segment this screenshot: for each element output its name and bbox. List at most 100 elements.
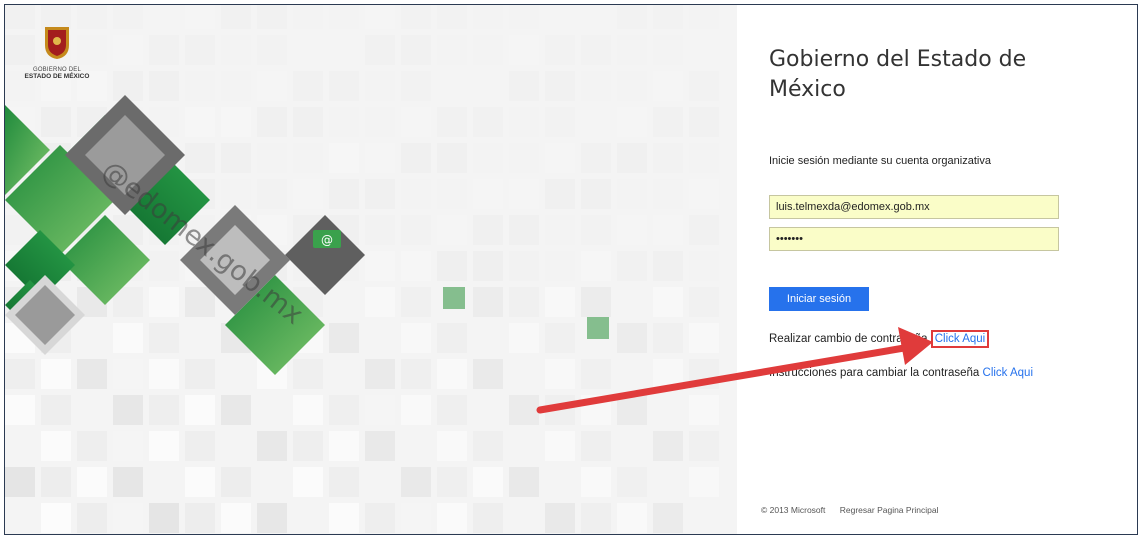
login-window: @ GOBIERNO DEL ESTADO DE MÉXICO @edomex.… bbox=[4, 4, 1138, 535]
grid-tile bbox=[509, 71, 539, 101]
grid-tile bbox=[257, 143, 287, 173]
grid-tile bbox=[581, 503, 611, 533]
instructions-row: Instrucciones para cambiar la contraseña… bbox=[769, 367, 1033, 379]
grid-tile bbox=[257, 71, 287, 101]
grid-tile bbox=[545, 251, 575, 281]
grid-tile bbox=[473, 395, 503, 425]
grid-tile bbox=[617, 395, 647, 425]
grid-tile bbox=[437, 215, 467, 245]
grid-tile bbox=[653, 35, 683, 65]
grid-tile bbox=[617, 287, 647, 317]
grid-tile bbox=[365, 35, 395, 65]
grid-tile bbox=[185, 503, 215, 533]
grid-tile bbox=[689, 395, 719, 425]
grid-tile bbox=[653, 5, 683, 29]
grid-tile bbox=[221, 503, 251, 533]
change-password-row: Realizar cambio de contraseña Click Aqui bbox=[769, 330, 990, 348]
grid-tile bbox=[653, 287, 683, 317]
grid-tile bbox=[401, 143, 431, 173]
grid-tile bbox=[545, 107, 575, 137]
username-field[interactable]: luis.telmexda@edomex.gob.mx bbox=[769, 195, 1059, 219]
grid-tile bbox=[365, 71, 395, 101]
grid-tile bbox=[365, 179, 395, 209]
grid-tile bbox=[473, 467, 503, 497]
logo-line2: ESTADO DE MÉXICO bbox=[24, 73, 90, 80]
grid-tile bbox=[617, 35, 647, 65]
grid-tile bbox=[653, 359, 683, 389]
grid-tile bbox=[689, 467, 719, 497]
grid-tile bbox=[185, 467, 215, 497]
grid-tile bbox=[617, 179, 647, 209]
grid-tile bbox=[365, 431, 395, 461]
grid-tile bbox=[185, 143, 215, 173]
grid-tile bbox=[185, 71, 215, 101]
grid-tile bbox=[545, 143, 575, 173]
grid-tile bbox=[653, 323, 683, 353]
grid-tile bbox=[653, 503, 683, 533]
grid-tile bbox=[509, 287, 539, 317]
grid-tile bbox=[509, 107, 539, 137]
grid-tile bbox=[257, 179, 287, 209]
grid-tile bbox=[149, 503, 179, 533]
grid-tile bbox=[293, 503, 323, 533]
grid-tile bbox=[149, 323, 179, 353]
grid-tile bbox=[617, 107, 647, 137]
grid-tile bbox=[221, 35, 251, 65]
grid-tile bbox=[437, 71, 467, 101]
grid-tile bbox=[581, 35, 611, 65]
instructions-link[interactable]: Click Aqui bbox=[983, 367, 1034, 379]
green-tile bbox=[587, 317, 609, 339]
grid-tile bbox=[689, 503, 719, 533]
grid-tile bbox=[293, 431, 323, 461]
grid-tile bbox=[149, 359, 179, 389]
grid-tile bbox=[581, 215, 611, 245]
grid-tile bbox=[617, 71, 647, 101]
coat-of-arms-icon bbox=[45, 27, 69, 59]
grid-tile bbox=[473, 143, 503, 173]
grid-tile bbox=[581, 467, 611, 497]
grid-tile bbox=[581, 143, 611, 173]
grid-tile bbox=[437, 503, 467, 533]
grid-tile bbox=[329, 287, 359, 317]
grid-tile bbox=[149, 287, 179, 317]
grid-tile bbox=[437, 35, 467, 65]
grid-tile bbox=[473, 287, 503, 317]
grid-tile bbox=[473, 5, 503, 29]
grid-tile bbox=[689, 35, 719, 65]
change-password-link[interactable]: Click Aqui bbox=[930, 330, 990, 348]
grid-tile bbox=[437, 179, 467, 209]
grid-tile bbox=[509, 179, 539, 209]
grid-tile bbox=[365, 323, 395, 353]
grid-tile bbox=[509, 35, 539, 65]
grid-tile bbox=[653, 251, 683, 281]
page-title: Gobierno del Estado de México bbox=[769, 47, 1027, 102]
grid-tile bbox=[509, 215, 539, 245]
grid-tile bbox=[329, 323, 359, 353]
grid-tile bbox=[617, 251, 647, 281]
grid-tile bbox=[257, 5, 287, 29]
grid-tile bbox=[473, 107, 503, 137]
grid-tile bbox=[653, 179, 683, 209]
grid-tile bbox=[437, 251, 467, 281]
password-field[interactable]: ••••••• bbox=[769, 227, 1059, 251]
grid-tile bbox=[149, 35, 179, 65]
grid-tile bbox=[293, 395, 323, 425]
grid-tile bbox=[473, 323, 503, 353]
home-link[interactable]: Regresar Pagina Principal bbox=[840, 505, 939, 515]
grid-tile bbox=[653, 395, 683, 425]
grid-tile bbox=[437, 323, 467, 353]
grid-tile bbox=[221, 467, 251, 497]
grid-tile bbox=[509, 323, 539, 353]
grid-tile bbox=[185, 5, 215, 29]
grid-tile bbox=[653, 71, 683, 101]
grid-tile bbox=[401, 431, 431, 461]
grid-tile bbox=[185, 395, 215, 425]
grid-tile bbox=[185, 287, 215, 317]
grid-tile bbox=[257, 35, 287, 65]
grid-tile bbox=[545, 467, 575, 497]
sign-in-button[interactable]: Iniciar sesión bbox=[769, 287, 869, 311]
grid-tile bbox=[689, 215, 719, 245]
grid-tile bbox=[473, 503, 503, 533]
grid-tile bbox=[221, 395, 251, 425]
grid-tile bbox=[473, 35, 503, 65]
